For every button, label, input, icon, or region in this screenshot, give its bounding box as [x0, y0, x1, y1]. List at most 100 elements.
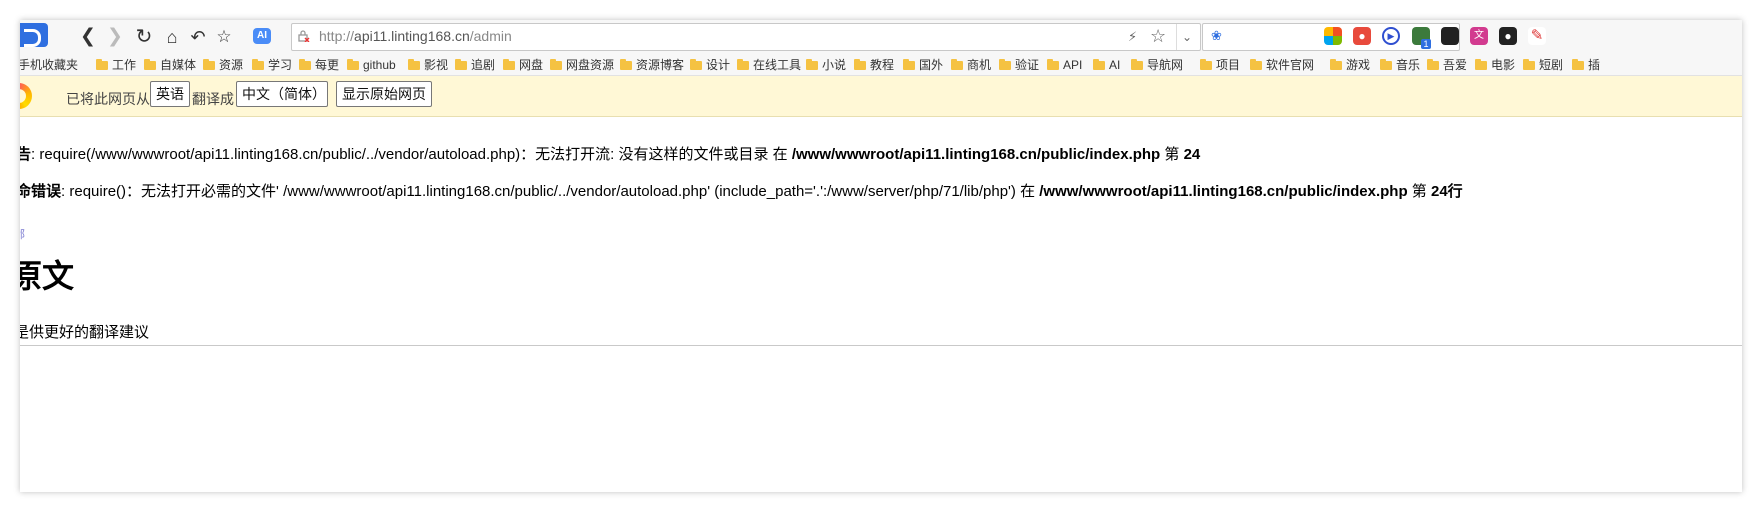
- bookmark-item[interactable]: 自媒体: [144, 57, 196, 73]
- folder-icon: [951, 59, 963, 70]
- bookmark-label: 音乐: [1396, 58, 1421, 72]
- folder-icon: [455, 59, 467, 70]
- browser-window: ❮ ❯ ↻ ⌂ ↶ ☆ AI http://api11.linting168.c…: [20, 20, 1742, 492]
- bookmark-item[interactable]: 工作: [96, 57, 136, 73]
- bookmark-item[interactable]: 吾爱: [1427, 57, 1467, 73]
- bookmark-item[interactable]: 游戏: [1330, 57, 1370, 73]
- fatal-line-word: 第: [1407, 183, 1431, 200]
- bookmark-item[interactable]: 电影: [1475, 57, 1515, 73]
- translate-extension-icon[interactable]: 文: [1470, 27, 1488, 45]
- folder-icon: [903, 59, 915, 70]
- bookmark-item[interactable]: 项目: [1200, 57, 1240, 73]
- bookmarks-bar: 手机收藏夹 工作 自媒体 资源 学习 每更 github 影视 追剧 网盘 网盘资源 资源博客 设计 在线…: [20, 53, 1742, 76]
- bookmark-label: 在线工具: [753, 58, 802, 72]
- sidebar-panel-icon[interactable]: [1441, 27, 1459, 45]
- bookmark-label: 网盘资源: [566, 58, 615, 72]
- translate-prefix: 已将此网页从: [66, 91, 150, 107]
- bookmark-label: 追剧: [471, 58, 496, 72]
- home-icon[interactable]: ⌂: [161, 26, 183, 48]
- bookmark-item[interactable]: 软件官网: [1250, 57, 1314, 73]
- forward-icon[interactable]: ❯: [104, 26, 126, 48]
- bookmark-item[interactable]: 短剧: [1523, 57, 1563, 73]
- source-language-button[interactable]: 英语: [150, 81, 190, 107]
- bookmark-item[interactable]: 导航网: [1131, 57, 1183, 73]
- translate-bar: 已将此网页从 英语 翻译成 中文（简体） 显示原始网页: [20, 76, 1742, 117]
- folder-icon: [620, 59, 632, 70]
- back-icon[interactable]: ❮: [77, 26, 99, 48]
- folder-icon: [1131, 59, 1143, 70]
- bookmark-label: 资源博客: [636, 58, 685, 72]
- tampermonkey-icon[interactable]: ●: [1499, 27, 1517, 45]
- browser-toolbar: ❮ ❯ ↻ ⌂ ↶ ☆ AI http://api11.linting168.c…: [20, 20, 1742, 53]
- favorite-star-icon[interactable]: ☆: [213, 26, 235, 48]
- pen-icon[interactable]: ✎: [1528, 27, 1546, 45]
- warning-file: /www/wwwroot/api11.linting168.cn/public/…: [791, 146, 1161, 163]
- bookmark-label: 国外: [919, 58, 944, 72]
- bookmark-label: 插: [1588, 58, 1601, 72]
- bookmark-item[interactable]: github: [347, 57, 396, 73]
- folder-icon: [690, 59, 702, 70]
- folder-icon: [1523, 59, 1535, 70]
- bookmark-item[interactable]: 追剧: [455, 57, 495, 73]
- bookmark-item[interactable]: 网盘资源: [550, 57, 614, 73]
- bookmark-item[interactable]: 每更: [299, 57, 339, 73]
- undo-icon[interactable]: ↶: [187, 26, 209, 48]
- suggest-translation-hint[interactable]: 是供更好的翻译建议: [20, 321, 149, 342]
- url-path: /admin: [469, 28, 512, 44]
- translate-middle: 翻译成: [192, 91, 234, 107]
- bookmark-label: 电影: [1491, 58, 1516, 72]
- url-protocol: http://: [319, 28, 355, 44]
- folder-icon: [252, 59, 264, 70]
- chevron-down-icon[interactable]: ⌄: [1182, 30, 1192, 44]
- bookmark-item[interactable]: 学习: [252, 57, 292, 73]
- bookmark-item[interactable]: 资源: [203, 57, 243, 73]
- play-icon[interactable]: ▶: [1382, 27, 1400, 45]
- folder-icon: [1200, 59, 1212, 70]
- folder-icon: [854, 59, 866, 70]
- bookmark-item[interactable]: 小说: [806, 57, 846, 73]
- warning-label: 告: [20, 146, 32, 163]
- bookmark-label: 学习: [268, 58, 293, 72]
- url-host: api11.linting168.cn: [354, 28, 470, 44]
- bookmark-item[interactable]: 影视: [408, 57, 448, 73]
- page-content: 告: require(/www/wwwroot/api11.linting168…: [20, 117, 1742, 492]
- bookmark-item[interactable]: 国外: [903, 57, 943, 73]
- bookmark-item[interactable]: 音乐: [1380, 57, 1420, 73]
- bookmark-item[interactable]: 验证: [999, 57, 1039, 73]
- address-bar[interactable]: http://api11.linting168.cn/admin ⚡ ☆ ⌄: [291, 23, 1201, 51]
- lightning-icon[interactable]: ⚡: [1128, 29, 1137, 45]
- bookmark-item[interactable]: 网盘: [503, 57, 543, 73]
- folder-icon: [806, 59, 818, 70]
- fatal-text: : require()：无法打开必需的文件' /www/wwwroot/api1…: [61, 183, 1040, 200]
- bookmark-star-icon[interactable]: ☆: [1150, 26, 1166, 47]
- target-language-button[interactable]: 中文（简体）: [236, 81, 328, 107]
- show-original-button[interactable]: 显示原始网页: [336, 81, 432, 107]
- bookmark-item[interactable]: 手机收藏夹: [20, 57, 78, 73]
- bookmark-item[interactable]: API: [1047, 57, 1082, 73]
- bookmark-item[interactable]: 设计: [690, 57, 730, 73]
- folder-icon: [1047, 59, 1059, 70]
- warning-message: 告: require(/www/wwwroot/api11.linting168…: [20, 143, 1200, 164]
- bookmark-item[interactable]: 商机: [951, 57, 991, 73]
- browser-logo-icon[interactable]: [20, 23, 48, 47]
- apps-grid-icon[interactable]: [1324, 27, 1342, 45]
- bookmark-item[interactable]: AI: [1093, 57, 1120, 73]
- folder-icon: [347, 59, 359, 70]
- game-controller-icon[interactable]: ●: [1353, 27, 1371, 45]
- folder-icon: [1572, 59, 1584, 70]
- ai-assistant-icon[interactable]: AI: [253, 28, 271, 44]
- bookmark-label: 设计: [706, 58, 731, 72]
- bookmark-label: 资源: [219, 58, 244, 72]
- bookmark-label: 导航网: [1147, 58, 1184, 72]
- bookmark-item[interactable]: 在线工具: [737, 57, 801, 73]
- reload-icon[interactable]: ↻: [133, 26, 155, 48]
- partial-link[interactable]: 邻: [20, 226, 25, 242]
- folder-icon: [999, 59, 1011, 70]
- bookmark-label: 手机收藏夹: [20, 58, 79, 72]
- bookmark-item[interactable]: 教程: [854, 57, 894, 73]
- url-text[interactable]: http://api11.linting168.cn/admin: [319, 28, 512, 44]
- bookmark-label: 小说: [822, 58, 847, 72]
- bookmark-item[interactable]: 插: [1572, 57, 1600, 73]
- bookmark-label: 软件官网: [1266, 58, 1315, 72]
- bookmark-item[interactable]: 资源博客: [620, 57, 684, 73]
